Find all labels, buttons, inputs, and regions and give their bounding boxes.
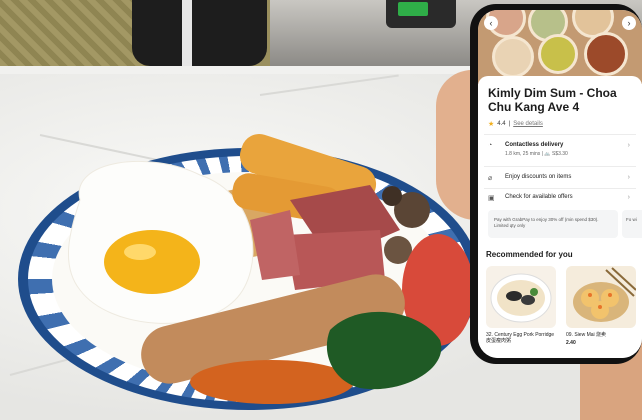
egg-yolk [104,230,200,294]
chevron-right-icon: › [627,142,630,149]
divider [484,188,636,189]
promo-card[interactable]: Fo wi [622,210,642,238]
egg-yolk-highlight [124,244,156,260]
dish-photo [584,32,628,76]
recommended-item-price: 2.40 [566,340,576,346]
back-button[interactable]: ‹ [484,16,498,30]
promo-text: Fo wi [626,217,637,222]
divider [484,134,636,135]
discount-tag-icon: ⌀ [488,175,493,182]
mushroom [382,186,402,206]
ham-slice [250,210,300,280]
recommended-item-card[interactable] [566,266,636,328]
siew-mai-photo [573,267,636,322]
rating-separator: | [508,121,511,127]
delivery-clock-icon: ◔ [488,142,493,149]
delivery-sub: 1.8 km, 25 mins | 🚲 S$3.30 [505,151,568,157]
recommended-item-card[interactable] [486,266,556,328]
store-name: Kimly Dim Sum - Choa Chu Kang Ave 4 [488,86,617,114]
delivery-row[interactable]: ◔ Contactless delivery 1.8 km, 25 mins |… [488,142,638,162]
dish-photo [492,36,534,78]
dish-photo [538,34,578,74]
offers-label: Check for available offers [505,194,573,200]
recommended-item-name: 09. Siew Mai 烧卖 [566,332,607,338]
porridge-photo [490,273,552,323]
baked-beans [190,360,354,404]
chevron-right-icon: › [627,194,630,201]
offers-row[interactable]: ▣ Check for available offers › [488,194,638,204]
more-button[interactable]: › [622,16,636,30]
offer-ticket-icon: ▣ [488,195,495,202]
rating-row: ★ 4.4 | See details [488,120,543,128]
store-info-sheet: Kimly Dim Sum - Choa Chu Kang Ave 4 ★ 4.… [478,76,642,358]
promo-card[interactable]: Pay with GrabPay to enjoy 30% off (min s… [488,210,618,238]
discounts-row[interactable]: ⌀ Enjoy discounts on items › [488,174,638,184]
phone-screen: ‹ › Kimly Dim Sum - Choa Chu Kang Ave 4 … [478,10,642,358]
star-icon: ★ [488,121,495,128]
promo-text: Pay with GrabPay to enjoy 30% off (min s… [494,217,599,228]
chevron-right-icon: › [627,174,630,181]
recommended-title: Recommended for you [486,250,573,259]
recommended-item-name: 32. Century Egg Pork Porridge 皮蛋瘦肉粥 [486,332,555,344]
see-details-link[interactable]: See details [513,121,543,127]
divider [484,166,636,167]
rating-value: 4.4 [497,121,506,127]
delivery-label: Contactless delivery [505,142,564,148]
store-hero-image: ‹ › [478,10,642,84]
discounts-label: Enjoy discounts on items [505,174,572,180]
